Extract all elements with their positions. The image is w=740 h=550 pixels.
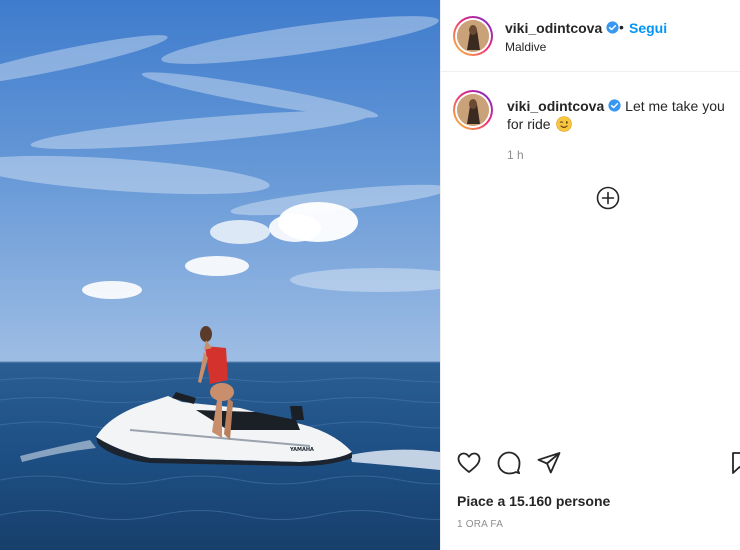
avatar-image — [457, 20, 489, 52]
separator-dot: • — [619, 19, 624, 35]
comment-time: 1 h — [507, 148, 524, 162]
likes-count[interactable]: Piace a 15.160 persone — [457, 493, 610, 509]
winking-face-icon — [556, 116, 573, 132]
heart-icon — [457, 452, 481, 473]
verified-badge-icon — [606, 21, 619, 34]
username-link[interactable]: viki_odintcova — [505, 20, 619, 36]
like-button[interactable] — [456, 450, 482, 476]
avatar[interactable] — [453, 16, 493, 56]
comment-button[interactable] — [496, 450, 522, 476]
plus-circle-icon[interactable] — [596, 186, 620, 210]
caption-avatar[interactable] — [453, 90, 493, 130]
svg-text:YAMAHA: YAMAHA — [289, 447, 314, 453]
save-button[interactable] — [732, 450, 740, 476]
post-photo[interactable]: YAMAHA — [0, 0, 440, 550]
location-link[interactable]: Maldive — [505, 40, 546, 54]
paper-plane-icon — [537, 452, 561, 474]
follow-button[interactable]: Segui — [629, 20, 667, 36]
jet-ski-photo: YAMAHA — [0, 0, 440, 550]
verified-badge-icon — [608, 99, 621, 112]
post-actions — [441, 446, 740, 482]
post-side-panel: viki_odintcova • Segui Maldive viki_odin… — [440, 0, 740, 550]
post-header: viki_odintcova • Segui Maldive — [441, 0, 740, 72]
bookmark-icon — [732, 452, 740, 474]
post-caption: viki_odintcova Let me take you for ride — [507, 97, 740, 133]
share-button[interactable] — [536, 450, 562, 476]
caption-username-link[interactable]: viki_odintcova — [507, 98, 621, 114]
avatar-image — [457, 94, 489, 126]
post-timestamp[interactable]: 1 ORA FA — [457, 519, 503, 530]
comment-bubble-icon — [497, 451, 521, 475]
